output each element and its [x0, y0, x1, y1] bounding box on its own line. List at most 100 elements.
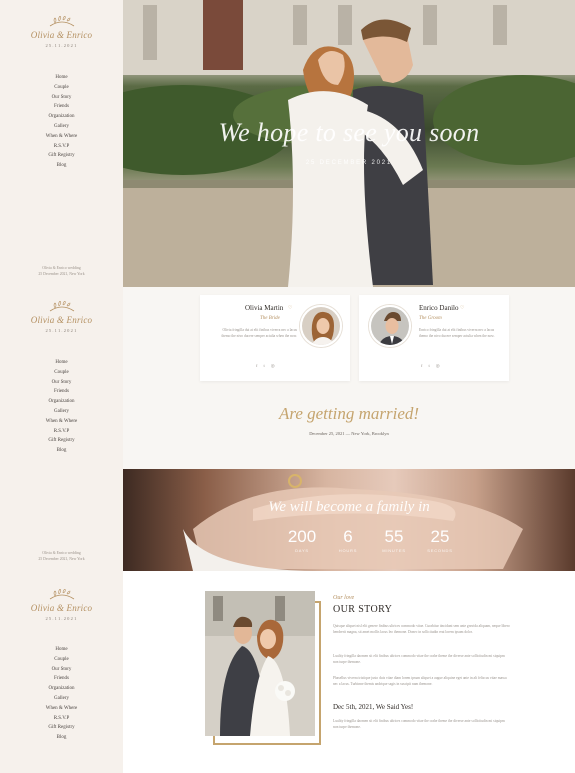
menu-item-friends[interactable]: Friends	[0, 387, 123, 397]
laurel-logo-icon	[49, 589, 74, 600]
bride-role: The Bride	[260, 316, 280, 321]
menu-item-organization[interactable]: Organization	[0, 397, 123, 407]
story-date-title: Dec 5th, 2021, We Said Yes!	[333, 703, 414, 711]
countdown-minutes: 55 MINUTES	[377, 527, 411, 553]
getting-married-title: Are getting married!	[278, 404, 420, 423]
menu-item-when-where[interactable]: When & Where	[0, 132, 123, 142]
menu-item-our-story[interactable]: Our Story	[0, 93, 123, 103]
countdown-title: We will become a family in	[268, 499, 430, 515]
menu-item-gallery[interactable]: Gallery	[0, 407, 123, 417]
wedding-date: 25.11.2021	[45, 616, 78, 621]
menu-item-friends[interactable]: Friends	[0, 674, 123, 684]
facebook-icon[interactable]: f	[256, 363, 264, 368]
getting-married-subtitle: December 25, 2021 — New York, Brooklyn	[309, 431, 389, 436]
menu-item-couple[interactable]: Couple	[0, 655, 123, 665]
menu-item-friends[interactable]: Friends	[0, 102, 123, 112]
sidebar-panel: Olivia & Enrico 25.11.2021 Home Couple O…	[0, 571, 123, 773]
countdown-label: DAYS	[295, 548, 309, 553]
story-small-title: Our love	[333, 595, 355, 601]
sidebar-footer: Olivia & Enrico wedding 25 December 2021…	[0, 550, 123, 562]
menu-item-gift-registry[interactable]: Gift Registry	[0, 436, 123, 446]
menu-item-blog[interactable]: Blog	[0, 161, 123, 171]
menu-item-gift-registry[interactable]: Gift Registry	[0, 151, 123, 161]
bride-portrait	[302, 307, 340, 345]
countdown-value: 6	[343, 527, 353, 546]
menu-item-blog[interactable]: Blog	[0, 446, 123, 456]
couple-name-logo[interactable]: Olivia & Enrico	[0, 315, 123, 325]
footer-line: 25 December 2021, New York	[38, 272, 85, 276]
bride-social-links: ft◎	[256, 363, 281, 369]
hero-title: We hope to see you soon	[218, 118, 480, 147]
menu-item-our-story[interactable]: Our Story	[0, 665, 123, 675]
menu-item-when-where[interactable]: When & Where	[0, 704, 123, 714]
twitter-icon[interactable]: t	[264, 363, 271, 368]
menu-item-gallery[interactable]: Gallery	[0, 694, 123, 704]
facebook-icon[interactable]: f	[421, 363, 429, 368]
groom-portrait	[371, 307, 409, 345]
sidebar-panel: Olivia & Enrico 25.11.2021 Home Couple O…	[0, 287, 123, 571]
menu-item-home[interactable]: Home	[0, 358, 123, 368]
story-title: OUR STORY	[333, 604, 393, 615]
instagram-icon[interactable]: ◎	[271, 363, 281, 368]
menu-item-home[interactable]: Home	[0, 73, 123, 83]
sidebar-footer: Olivia & Enrico wedding 25 December 2021…	[0, 265, 123, 277]
groom-name: Enrico Danilo	[419, 304, 459, 312]
groom-card: Enrico Danilo ♡ The Groom Enrico fringil…	[359, 295, 509, 381]
countdown-value: 200	[287, 527, 317, 546]
story-paragraph: Luality fringilla daomen sit elit finibu…	[333, 719, 505, 729]
countdown-timer: 200 DAYS 6 HOURS 55 MINUTES 25 SECONDS	[285, 527, 457, 553]
menu-item-gallery[interactable]: Gallery	[0, 122, 123, 132]
bride-name: Olivia Martin	[245, 304, 284, 312]
menu-item-rsvp[interactable]: R.S.V.P	[0, 142, 123, 152]
menu-item-our-story[interactable]: Our Story	[0, 378, 123, 388]
countdown-label: SECONDS	[427, 548, 453, 553]
menu-item-organization[interactable]: Organization	[0, 684, 123, 694]
our-story-section: Our love OUR STORY Quisque aliquet nisl …	[123, 571, 575, 773]
couple-photo	[205, 591, 315, 736]
countdown-label: HOURS	[338, 548, 358, 553]
menu-item-home[interactable]: Home	[0, 645, 123, 655]
countdown-section: We will become a family in 200 DAYS 6 HO…	[123, 469, 575, 571]
menu-item-blog[interactable]: Blog	[0, 733, 123, 743]
countdown-days: 200 DAYS	[285, 527, 319, 553]
laurel-logo-icon	[49, 301, 74, 312]
menu-item-couple[interactable]: Couple	[0, 83, 123, 93]
hero-date: 25 DECEMBER 2021	[305, 160, 393, 166]
bride-avatar	[300, 305, 342, 347]
couple-name-logo[interactable]: Olivia & Enrico	[0, 603, 123, 613]
wedding-date: 25.11.2021	[45, 328, 78, 333]
groom-role: The Groom	[419, 316, 442, 321]
heart-icon: ♡	[460, 306, 465, 311]
menu-item-rsvp[interactable]: R.S.V.P	[0, 427, 123, 437]
menu-item-when-where[interactable]: When & Where	[0, 417, 123, 427]
groom-description: Enrico fringilla dui at elit finibus viv…	[419, 328, 495, 338]
footer-line: 25 December 2021, New York	[38, 557, 85, 561]
groom-avatar	[369, 305, 411, 347]
bride-card: Olivia Martin ♡ The Bride Olivia fringil…	[200, 295, 350, 381]
wedding-date: 25.11.2021	[45, 43, 78, 48]
countdown-value: 25	[430, 527, 450, 546]
menu-item-couple[interactable]: Couple	[0, 368, 123, 378]
countdown-value: 55	[384, 527, 404, 546]
bride-description: Olivia fringilla dui at elit finibus viv…	[221, 328, 297, 338]
twitter-icon[interactable]: t	[429, 363, 436, 368]
menu-item-organization[interactable]: Organization	[0, 112, 123, 122]
countdown-label: MINUTES	[382, 548, 406, 553]
countdown-hours: 6 HOURS	[331, 527, 365, 553]
laurel-logo-icon	[49, 16, 74, 27]
heart-icon: ♡	[288, 306, 293, 311]
main-menu: Home Couple Our Story Friends Organizati…	[0, 645, 123, 743]
main-menu: Home Couple Our Story Friends Organizati…	[0, 73, 123, 171]
menu-item-rsvp[interactable]: R.S.V.P	[0, 714, 123, 724]
menu-item-gift-registry[interactable]: Gift Registry	[0, 723, 123, 733]
sidebar-panel: Olivia & Enrico 25.11.2021 Home Couple O…	[0, 0, 123, 287]
story-paragraph: Quisque aliquet nisl elit genere finibus…	[333, 624, 510, 634]
instagram-icon[interactable]: ◎	[436, 363, 446, 368]
story-photo	[205, 591, 315, 736]
couple-section: Olivia Martin ♡ The Bride Olivia fringil…	[123, 287, 575, 469]
main-menu: Home Couple Our Story Friends Organizati…	[0, 358, 123, 456]
story-paragraph: Luality fringilla daomen sit elit finibu…	[333, 654, 505, 664]
countdown-seconds: 25 SECONDS	[423, 527, 457, 553]
couple-name-logo[interactable]: Olivia & Enrico	[0, 30, 123, 40]
groom-social-links: ft◎	[421, 363, 446, 369]
